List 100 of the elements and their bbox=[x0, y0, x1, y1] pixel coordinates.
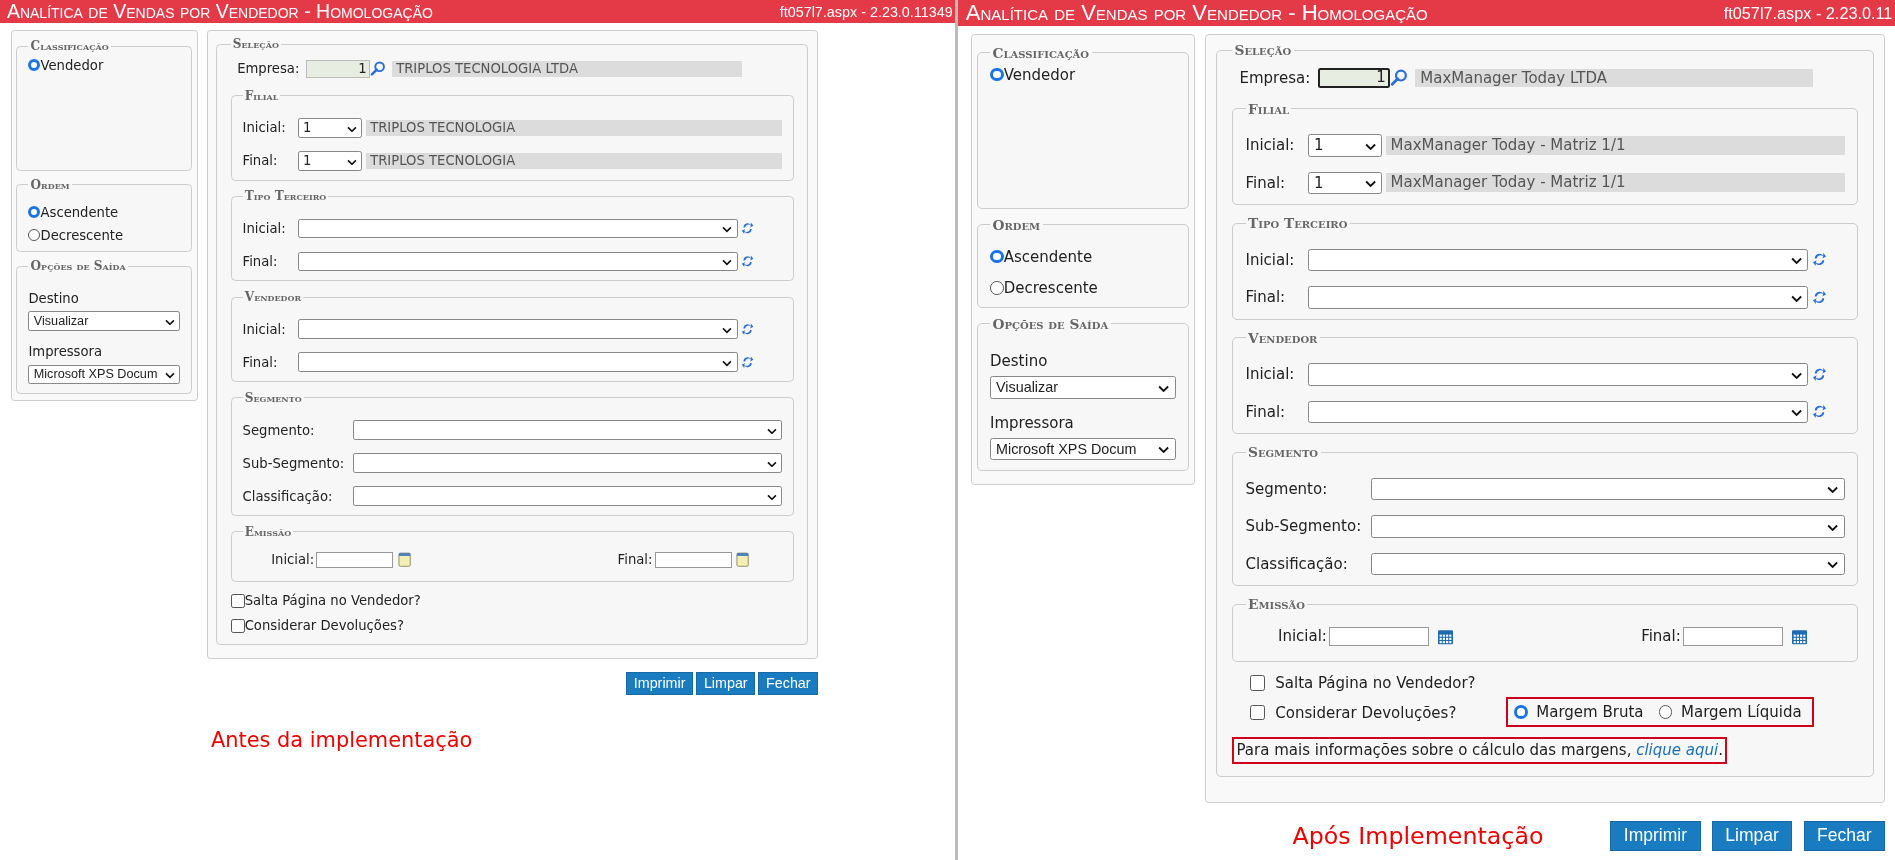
date-field[interactable] bbox=[1683, 627, 1784, 646]
radio-button[interactable] bbox=[28, 59, 41, 72]
radio-option[interactable]: Vendedor bbox=[990, 65, 1176, 84]
radio-button[interactable] bbox=[990, 249, 1004, 264]
checkbox[interactable] bbox=[230, 618, 245, 633]
chevron-icon bbox=[722, 259, 733, 266]
company-name-field: MaxManager Today LTDA bbox=[1415, 68, 1813, 88]
help-link[interactable]: clique aqui bbox=[1636, 741, 1719, 759]
chevron-icon bbox=[1364, 142, 1376, 150]
chevron-icon bbox=[1827, 486, 1839, 494]
field-label: Final: bbox=[242, 153, 279, 169]
group-legend: Tipo Terceiro bbox=[242, 189, 329, 204]
checkbox-option[interactable]: Considerar Devoluções? bbox=[230, 618, 421, 634]
calendar-icon[interactable] bbox=[397, 552, 411, 568]
dropdown[interactable]: 1 bbox=[297, 117, 363, 138]
dropdown[interactable] bbox=[352, 453, 783, 473]
dropdown[interactable] bbox=[1370, 552, 1845, 575]
radio-option[interactable]: Vendedor bbox=[28, 57, 181, 73]
dropdown[interactable] bbox=[297, 218, 738, 239]
calendar-icon[interactable] bbox=[1438, 627, 1454, 646]
dropdown[interactable] bbox=[1308, 248, 1808, 271]
radio-button[interactable] bbox=[990, 281, 1004, 296]
search-icon[interactable] bbox=[369, 61, 386, 77]
action-button[interactable]: Fechar bbox=[758, 671, 819, 695]
action-button[interactable]: Fechar bbox=[1803, 820, 1885, 851]
dropdown[interactable] bbox=[1308, 363, 1808, 386]
group-legend: Opções de Saída bbox=[28, 259, 128, 273]
version-text: ft057l7.aspx - 2.23.0.11349 bbox=[779, 3, 954, 20]
field-label: Inicial: bbox=[242, 120, 287, 136]
radio-option[interactable]: Decrescente bbox=[28, 227, 181, 243]
dropdown[interactable] bbox=[352, 420, 783, 440]
field-label: Empresa: bbox=[237, 61, 300, 77]
company-code-field[interactable]: 1 bbox=[305, 59, 370, 78]
dropdown[interactable]: Visualizar bbox=[990, 376, 1176, 399]
field-label: Destino bbox=[28, 290, 80, 306]
dropdown[interactable]: Microsoft XPS Docum bbox=[28, 364, 181, 385]
group-legend: Seleção bbox=[1232, 42, 1294, 58]
calendar-icon[interactable] bbox=[1792, 627, 1807, 646]
date-field[interactable] bbox=[316, 551, 394, 569]
dropdown[interactable] bbox=[297, 251, 738, 272]
action-button[interactable]: Imprimir bbox=[626, 671, 693, 695]
group-legend: Ordem bbox=[28, 177, 72, 192]
chevron-icon bbox=[1790, 409, 1802, 417]
dropdown[interactable] bbox=[352, 486, 783, 506]
dropdown[interactable] bbox=[1308, 400, 1808, 423]
search-icon[interactable] bbox=[1390, 69, 1408, 87]
field-label: Inicial: bbox=[242, 221, 287, 237]
group-legend: Opções de Saída bbox=[990, 315, 1111, 332]
radio-label: Decrescente bbox=[40, 227, 124, 243]
radio-option[interactable]: Ascendente bbox=[990, 247, 1176, 266]
chevron-icon bbox=[766, 427, 777, 435]
date-field[interactable] bbox=[1329, 627, 1430, 646]
radio-option[interactable]: Ascendente bbox=[28, 204, 181, 220]
radio-button[interactable] bbox=[990, 67, 1004, 82]
dropdown[interactable] bbox=[297, 319, 738, 340]
checkbox-label: Considerar Devoluções? bbox=[244, 618, 404, 634]
dropdown[interactable] bbox=[1370, 515, 1845, 538]
action-button[interactable]: Limpar bbox=[696, 671, 756, 695]
window-title: Analítica de Vendas por Vendedor - Homologação bbox=[965, 0, 1428, 26]
dropdown[interactable]: Visualizar bbox=[28, 311, 181, 331]
dropdown[interactable]: 1 bbox=[1308, 134, 1382, 157]
window-title: Analítica de Vendas por Vendedor - Homologação bbox=[6, 0, 433, 23]
field-label: Segmento: bbox=[1245, 479, 1329, 498]
action-button[interactable]: Limpar bbox=[1711, 820, 1793, 851]
chevron-icon bbox=[1827, 561, 1839, 569]
field-label: Destino bbox=[990, 351, 1049, 370]
field-label: Final: bbox=[1245, 288, 1287, 307]
radio-button[interactable] bbox=[28, 229, 41, 242]
dropdown[interactable] bbox=[1370, 477, 1845, 500]
annotation-caption: Após Implementação bbox=[1292, 821, 1544, 850]
chevron-icon bbox=[722, 327, 733, 334]
checkbox[interactable] bbox=[1249, 704, 1266, 721]
checkbox[interactable] bbox=[230, 593, 245, 608]
dropdown[interactable] bbox=[1308, 286, 1808, 309]
radio-button[interactable] bbox=[28, 206, 41, 219]
radio-option[interactable]: Margem Líquida bbox=[1658, 702, 1802, 721]
field-label: Final: bbox=[1245, 402, 1287, 421]
radio-option[interactable]: Margem Bruta bbox=[1513, 702, 1644, 721]
dropdown[interactable] bbox=[297, 352, 738, 373]
chevron-icon bbox=[347, 125, 358, 133]
company-name-field: TRIPLOS TECNOLOGIA LTDA bbox=[391, 60, 742, 77]
checkbox-option[interactable]: Considerar Devoluções? bbox=[1249, 703, 1476, 722]
dropdown[interactable]: 1 bbox=[297, 150, 363, 171]
dropdown[interactable]: 1 bbox=[1308, 171, 1382, 194]
dropdown[interactable]: Microsoft XPS Docum bbox=[990, 437, 1176, 461]
field-label: Impressora bbox=[990, 413, 1075, 432]
field-label: Classificação: bbox=[1245, 554, 1349, 573]
checkbox[interactable] bbox=[1249, 675, 1266, 692]
radio-option[interactable]: Decrescente bbox=[990, 279, 1176, 298]
field-label: Inicial: bbox=[1245, 250, 1296, 269]
date-field[interactable] bbox=[654, 551, 732, 569]
action-button[interactable]: Imprimir bbox=[1610, 820, 1701, 851]
branch-name-field: MaxManager Today - Matriz 1/1 bbox=[1385, 173, 1845, 193]
radio-button[interactable] bbox=[1658, 704, 1673, 719]
group-legend: Tipo Terceiro bbox=[1245, 215, 1350, 231]
calendar-icon[interactable] bbox=[736, 552, 750, 568]
chevron-icon bbox=[1790, 371, 1802, 379]
company-code-field[interactable]: 1 bbox=[1317, 68, 1391, 88]
chevron-icon bbox=[165, 318, 175, 326]
radio-button[interactable] bbox=[1513, 704, 1528, 719]
